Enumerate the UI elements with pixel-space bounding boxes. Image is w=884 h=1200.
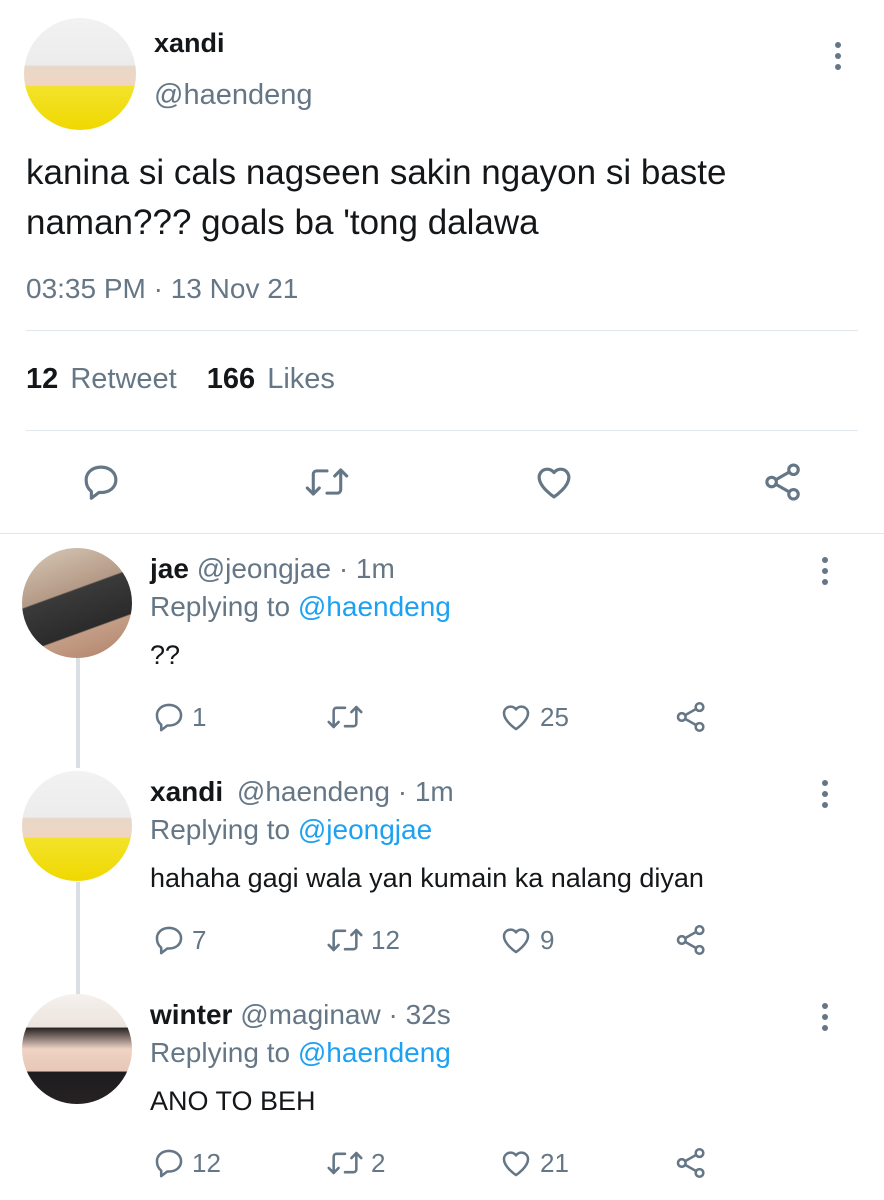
reply-time[interactable]: · 1m — [339, 553, 395, 584]
retweet-arrows-icon — [305, 468, 349, 496]
reply-count: 12 — [192, 1147, 221, 1178]
retweet-button[interactable] — [325, 700, 371, 734]
heart-icon — [502, 705, 530, 731]
speech-bubble-icon — [155, 926, 183, 955]
retweet-arrows-icon — [327, 928, 363, 952]
reply-header: xandi @haendeng · 1m — [150, 776, 454, 808]
reply-button[interactable]: 12 — [152, 1146, 221, 1180]
retweet-arrows-icon — [327, 705, 363, 729]
tweet-text: kanina si cals nagseen sakin ngayon si b… — [26, 148, 726, 248]
share-button[interactable] — [762, 461, 804, 503]
handle[interactable]: @haendeng — [237, 776, 390, 807]
reply-header: jae @jeongjae · 1m — [150, 553, 395, 585]
like-button[interactable]: 25 — [498, 700, 569, 734]
tweet-stats: 12 Retweet 166 Likes — [26, 363, 335, 396]
replying-to-link[interactable]: @haendeng — [298, 591, 451, 622]
speech-bubble-icon — [155, 1149, 183, 1178]
retweet-arrows-icon — [327, 1151, 363, 1175]
replying-prefix: Replying to — [150, 591, 291, 622]
retweet-button[interactable]: 12 — [325, 923, 400, 957]
replying-to-link[interactable]: @haendeng — [298, 1037, 451, 1068]
reply-menu-icon[interactable] — [821, 780, 829, 813]
divider — [26, 430, 858, 431]
tweet-menu-icon[interactable] — [834, 42, 842, 75]
retweet-label[interactable]: Retweet — [70, 363, 176, 395]
share-nodes-icon — [676, 701, 705, 733]
reply-count: 7 — [192, 924, 207, 955]
heart-icon — [502, 1151, 530, 1177]
display-name[interactable]: winter — [150, 999, 232, 1030]
retweet-count: 12 — [371, 924, 400, 955]
tweet-text-line: naman??? goals ba 'tong dalawa — [26, 203, 539, 242]
avatar[interactable] — [22, 548, 132, 658]
share-button[interactable] — [674, 923, 708, 957]
share-nodes-icon — [676, 1147, 705, 1179]
share-nodes-icon — [765, 463, 800, 501]
retweet-count: 2 — [371, 1147, 386, 1178]
reply-text: ?? — [150, 640, 181, 670]
replying-to-link[interactable]: @jeongjae — [298, 814, 432, 845]
retweet-button[interactable] — [303, 461, 351, 503]
speech-bubble-icon — [84, 465, 118, 500]
retweet-button[interactable]: 2 — [325, 1146, 385, 1180]
like-count: 9 — [540, 924, 555, 955]
like-count: 21 — [540, 1147, 569, 1178]
like-button[interactable]: 21 — [498, 1146, 569, 1180]
like-count: 25 — [540, 701, 569, 732]
handle[interactable]: @maginaw — [240, 999, 380, 1030]
share-button[interactable] — [674, 700, 708, 734]
avatar[interactable] — [22, 771, 132, 881]
avatar[interactable] — [24, 18, 136, 130]
reply-time[interactable]: · 1m — [398, 776, 454, 807]
reply-text: hahaha gagi wala yan kumain ka nalang di… — [150, 863, 704, 893]
share-button[interactable] — [674, 1146, 708, 1180]
reply-time[interactable]: · 32s — [389, 999, 451, 1030]
like-count[interactable]: 166 — [207, 363, 255, 395]
reply-menu-icon[interactable] — [821, 557, 829, 590]
replying-to: Replying to @haendeng — [150, 591, 451, 623]
timestamp[interactable]: 03:35 PM · 13 Nov 21 — [26, 273, 298, 305]
reply-text: ANO TO BEH — [150, 1086, 316, 1116]
replying-to: Replying to @haendeng — [150, 1037, 451, 1069]
replying-prefix: Replying to — [150, 1037, 291, 1068]
divider — [26, 330, 858, 331]
share-nodes-icon — [676, 924, 705, 956]
handle[interactable]: @haendeng — [154, 79, 312, 112]
like-label[interactable]: Likes — [267, 363, 335, 395]
like-button[interactable]: 9 — [498, 923, 554, 957]
thread-line — [76, 658, 80, 768]
display-name[interactable]: jae — [150, 553, 189, 584]
thread-line — [76, 882, 80, 994]
reply-count: 1 — [192, 701, 207, 732]
heart-icon — [537, 467, 571, 499]
like-button[interactable] — [532, 461, 576, 503]
tweet-text-line: kanina si cals nagseen sakin ngayon si b… — [26, 153, 727, 192]
reply-header: winter @maginaw · 32s — [150, 999, 451, 1031]
speech-bubble-icon — [155, 703, 183, 732]
reply-menu-icon[interactable] — [821, 1003, 829, 1036]
display-name[interactable]: xandi — [150, 776, 223, 807]
replying-to: Replying to @jeongjae — [150, 814, 432, 846]
display-name[interactable]: xandi — [154, 28, 225, 59]
handle[interactable]: @jeongjae — [197, 553, 331, 584]
reply-button[interactable]: 1 — [152, 700, 206, 734]
retweet-count[interactable]: 12 — [26, 363, 58, 395]
reply-button[interactable]: 7 — [152, 923, 206, 957]
heart-icon — [502, 928, 530, 954]
avatar[interactable] — [22, 994, 132, 1104]
replying-prefix: Replying to — [150, 814, 291, 845]
divider — [0, 533, 884, 534]
reply-button[interactable] — [80, 461, 122, 503]
